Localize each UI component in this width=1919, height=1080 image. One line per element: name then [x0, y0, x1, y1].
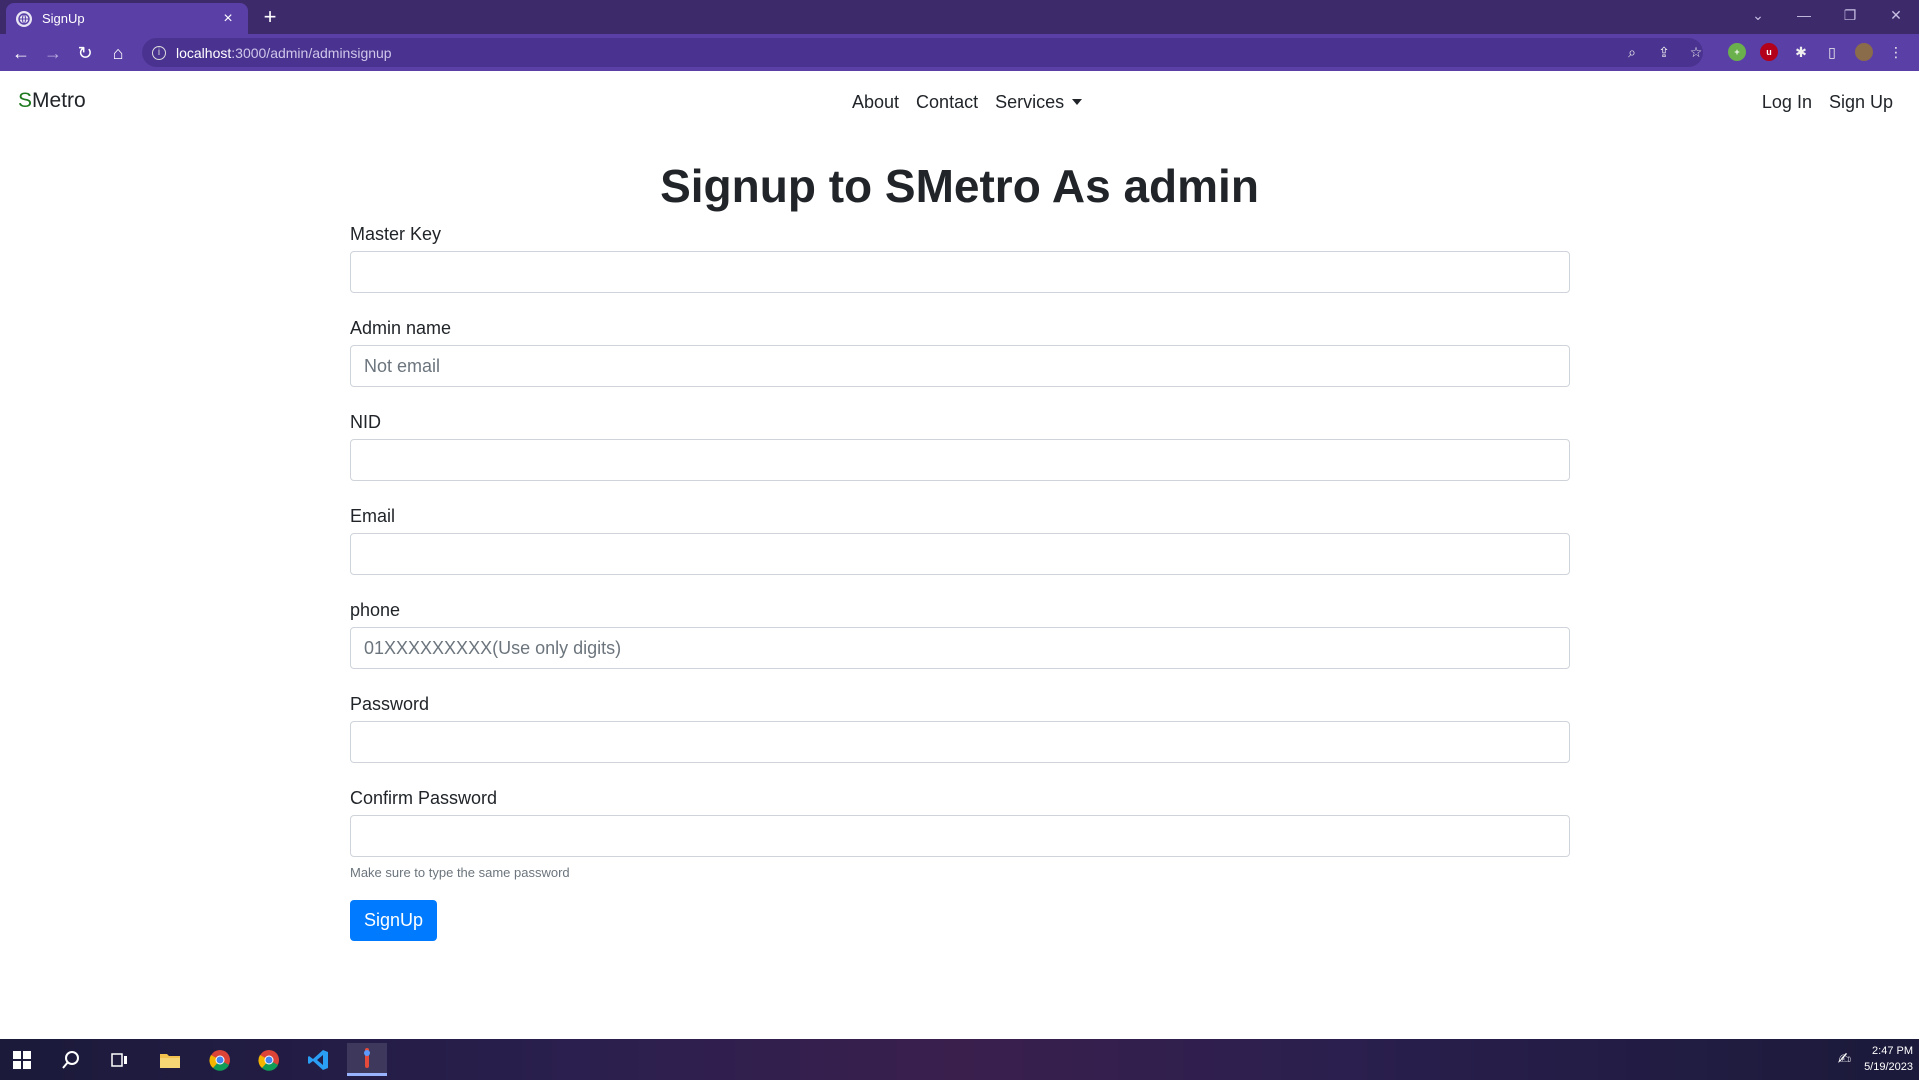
side-panel-icon[interactable]: ▯ — [1822, 42, 1842, 62]
pen-icon[interactable]: ✍ — [1838, 1049, 1851, 1069]
extensions-puzzle-icon[interactable]: ✱ — [1791, 42, 1811, 62]
admin-name-group: Admin name — [350, 317, 1570, 387]
brand-s: S — [18, 89, 33, 112]
vscode-icon[interactable] — [298, 1043, 338, 1076]
chrome-icon-2[interactable] — [249, 1043, 289, 1076]
tab-search-icon[interactable]: ⌄ — [1735, 0, 1781, 30]
extension-green-icon[interactable]: + — [1728, 43, 1746, 61]
caret-down-icon — [1072, 99, 1083, 105]
ublock-icon[interactable]: u — [1760, 43, 1778, 61]
tab-title: SignUp — [42, 11, 85, 26]
restore-icon[interactable]: ❐ — [1827, 0, 1873, 30]
share-icon[interactable]: ⇪ — [1654, 42, 1674, 62]
phone-group: phone — [350, 599, 1570, 669]
confirm-password-input[interactable] — [350, 815, 1570, 857]
system-clock[interactable]: 2:47 PM 5/19/2023 — [1864, 1043, 1913, 1075]
nav-services-label: Services — [995, 92, 1065, 112]
nid-group: NID — [350, 411, 1570, 481]
tab-close-icon[interactable]: × — [218, 9, 238, 29]
profile-avatar[interactable] — [1855, 43, 1873, 61]
nav-signup[interactable]: Sign Up — [1829, 92, 1893, 113]
taskbar: ✍ 2:47 PM 5/19/2023 — [0, 1039, 1919, 1080]
password-group: Password — [350, 693, 1570, 763]
master-key-input[interactable] — [350, 251, 1570, 293]
globe-icon — [16, 10, 32, 27]
phone-label: phone — [350, 600, 401, 620]
email-input[interactable] — [350, 533, 1570, 575]
task-view-icon[interactable] — [99, 1043, 139, 1076]
back-icon[interactable]: ← — [6, 38, 36, 68]
signup-button[interactable]: SignUp — [350, 900, 438, 941]
password-hint: Make sure to type the same password — [350, 865, 570, 880]
confirm-password-group: Confirm Password Make sure to type the s… — [350, 787, 1570, 880]
browser-toolbar: ← → ↻ ⌂ i localhost:3000/admin/adminsign… — [0, 34, 1919, 71]
email-label: Email — [350, 506, 396, 526]
url-path: :3000/admin/adminsignup — [231, 44, 392, 61]
minimize-icon[interactable]: — — [1781, 0, 1827, 30]
address-bar[interactable]: i localhost:3000/admin/adminsignup — [142, 38, 1703, 67]
forward-icon[interactable]: → — [38, 38, 68, 68]
site-info-icon[interactable]: i — [152, 45, 166, 60]
confirm-password-label: Confirm Password — [350, 788, 498, 808]
chrome-icon[interactable] — [200, 1043, 240, 1076]
nid-input[interactable] — [350, 439, 1570, 481]
master-key-group: Master Key — [350, 223, 1570, 293]
auth-nav: Log In Sign Up — [1762, 92, 1893, 113]
reload-icon[interactable]: ↻ — [70, 38, 100, 68]
main-nav: About Contact Services — [852, 92, 1083, 113]
new-tab-button[interactable]: + — [258, 3, 282, 31]
git-client-icon[interactable] — [347, 1043, 387, 1076]
nav-about[interactable]: About — [852, 92, 899, 113]
nav-services-dropdown[interactable]: Services — [995, 92, 1083, 113]
clock-date: 5/19/2023 — [1864, 1061, 1913, 1073]
brand-logo[interactable]: SMetro — [18, 89, 86, 113]
window-close-icon[interactable]: ✕ — [1873, 0, 1919, 30]
page-title: Signup to SMetro As admin — [660, 160, 1259, 212]
master-key-label: Master Key — [350, 224, 442, 244]
home-icon[interactable]: ⌂ — [103, 38, 133, 68]
menu-kebab-icon[interactable]: ⋮ — [1886, 42, 1906, 62]
nid-label: NID — [350, 412, 381, 432]
file-explorer-icon[interactable] — [150, 1043, 190, 1076]
nav-login[interactable]: Log In — [1762, 92, 1812, 113]
password-label: Password — [350, 694, 430, 714]
phone-input[interactable] — [350, 627, 1570, 669]
url-host: localhost — [176, 44, 232, 61]
browser-tab[interactable]: SignUp × — [6, 3, 248, 34]
search-icon[interactable] — [51, 1043, 91, 1076]
bookmark-star-icon[interactable]: ☆ — [1686, 42, 1706, 62]
clock-time: 2:47 PM — [1872, 1045, 1913, 1057]
admin-name-input[interactable] — [350, 345, 1570, 387]
nav-contact[interactable]: Contact — [916, 92, 978, 113]
admin-name-label: Admin name — [350, 318, 452, 338]
email-group: Email — [350, 505, 1570, 575]
browser-tabstrip: SignUp × + ⌄ — ❐ ✕ — [0, 0, 1919, 34]
brand-rest: Metro — [32, 89, 86, 112]
windows-start-icon[interactable] — [2, 1043, 42, 1076]
page-content: SMetro About Contact Services Log In Sig… — [0, 71, 1919, 1039]
password-input[interactable] — [350, 721, 1570, 763]
admin-signup-form: Master Key Admin name NID Email phone Pa… — [350, 223, 1570, 941]
zoom-icon[interactable]: ⌕ — [1622, 42, 1642, 62]
